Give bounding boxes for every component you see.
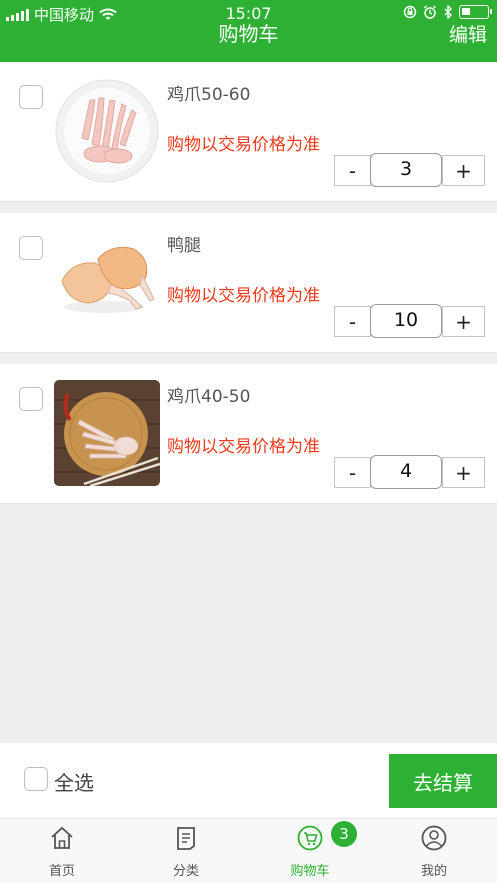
price-note: 购物以交易价格为准 [167, 135, 320, 155]
decrease-quantity-button[interactable]: - [334, 155, 371, 186]
tab-label: 购物车 [290, 864, 330, 879]
item-checkbox[interactable] [19, 387, 43, 411]
select-all-label[interactable]: 全选 [54, 767, 94, 796]
tab-home[interactable]: 首页 [0, 819, 124, 883]
quantity-input[interactable]: 3 [370, 153, 442, 187]
page-title: 购物车 [218, 22, 279, 46]
increase-quantity-button[interactable]: + [442, 457, 485, 488]
product-name[interactable]: 鸡爪40-50 [167, 382, 250, 407]
home-icon [51, 826, 73, 849]
app-header: 中国移动 15:07 购物车 编辑 [0, 0, 497, 62]
product-name[interactable]: 鸡爪50-60 [167, 80, 250, 105]
tab-bar: 首页 分类 购物车 我的 3 [0, 818, 497, 883]
checkout-button[interactable]: 去结算 [389, 754, 497, 808]
increase-quantity-button[interactable]: + [442, 306, 485, 337]
cart-item: 鸡爪50-60 购物以交易价格为准 - 3 + [0, 62, 497, 202]
cart-count-badge: 3 [331, 821, 357, 847]
cart-item: 鸭腿 购物以交易价格为准 - 10 + [0, 213, 497, 353]
quantity-input[interactable]: 10 [370, 304, 442, 338]
cart-item: 鸡爪40-50 购物以交易价格为准 - 4 + [0, 364, 497, 504]
item-checkbox[interactable] [19, 85, 43, 109]
tab-label: 我的 [420, 864, 447, 879]
tab-profile[interactable]: 我的 [372, 819, 496, 883]
price-note: 购物以交易价格为准 [167, 286, 320, 306]
product-name[interactable]: 鸭腿 [167, 231, 201, 256]
cart-icon [297, 825, 323, 851]
edit-button[interactable]: 编辑 [449, 20, 487, 47]
tab-label: 分类 [172, 864, 199, 879]
price-note: 购物以交易价格为准 [167, 437, 320, 457]
tab-category[interactable]: 分类 [124, 819, 248, 883]
product-image-duck-leg[interactable] [54, 229, 160, 335]
decrease-quantity-button[interactable]: - [334, 306, 371, 337]
increase-quantity-button[interactable]: + [442, 155, 485, 186]
quantity-input[interactable]: 4 [370, 455, 442, 489]
product-image-chicken-feet-board[interactable] [54, 380, 160, 486]
decrease-quantity-button[interactable]: - [334, 457, 371, 488]
alarm-icon [423, 5, 437, 19]
user-icon [421, 825, 447, 851]
bluetooth-icon [444, 5, 452, 19]
rotation-lock-icon [403, 5, 417, 19]
product-image-chicken-feet[interactable] [54, 78, 160, 184]
select-all-checkbox[interactable] [24, 767, 48, 791]
battery-icon [459, 5, 492, 19]
tab-label: 首页 [48, 864, 75, 879]
category-icon [177, 827, 195, 850]
cart-action-bar: 全选 去结算 [0, 743, 497, 818]
item-checkbox[interactable] [19, 236, 43, 260]
